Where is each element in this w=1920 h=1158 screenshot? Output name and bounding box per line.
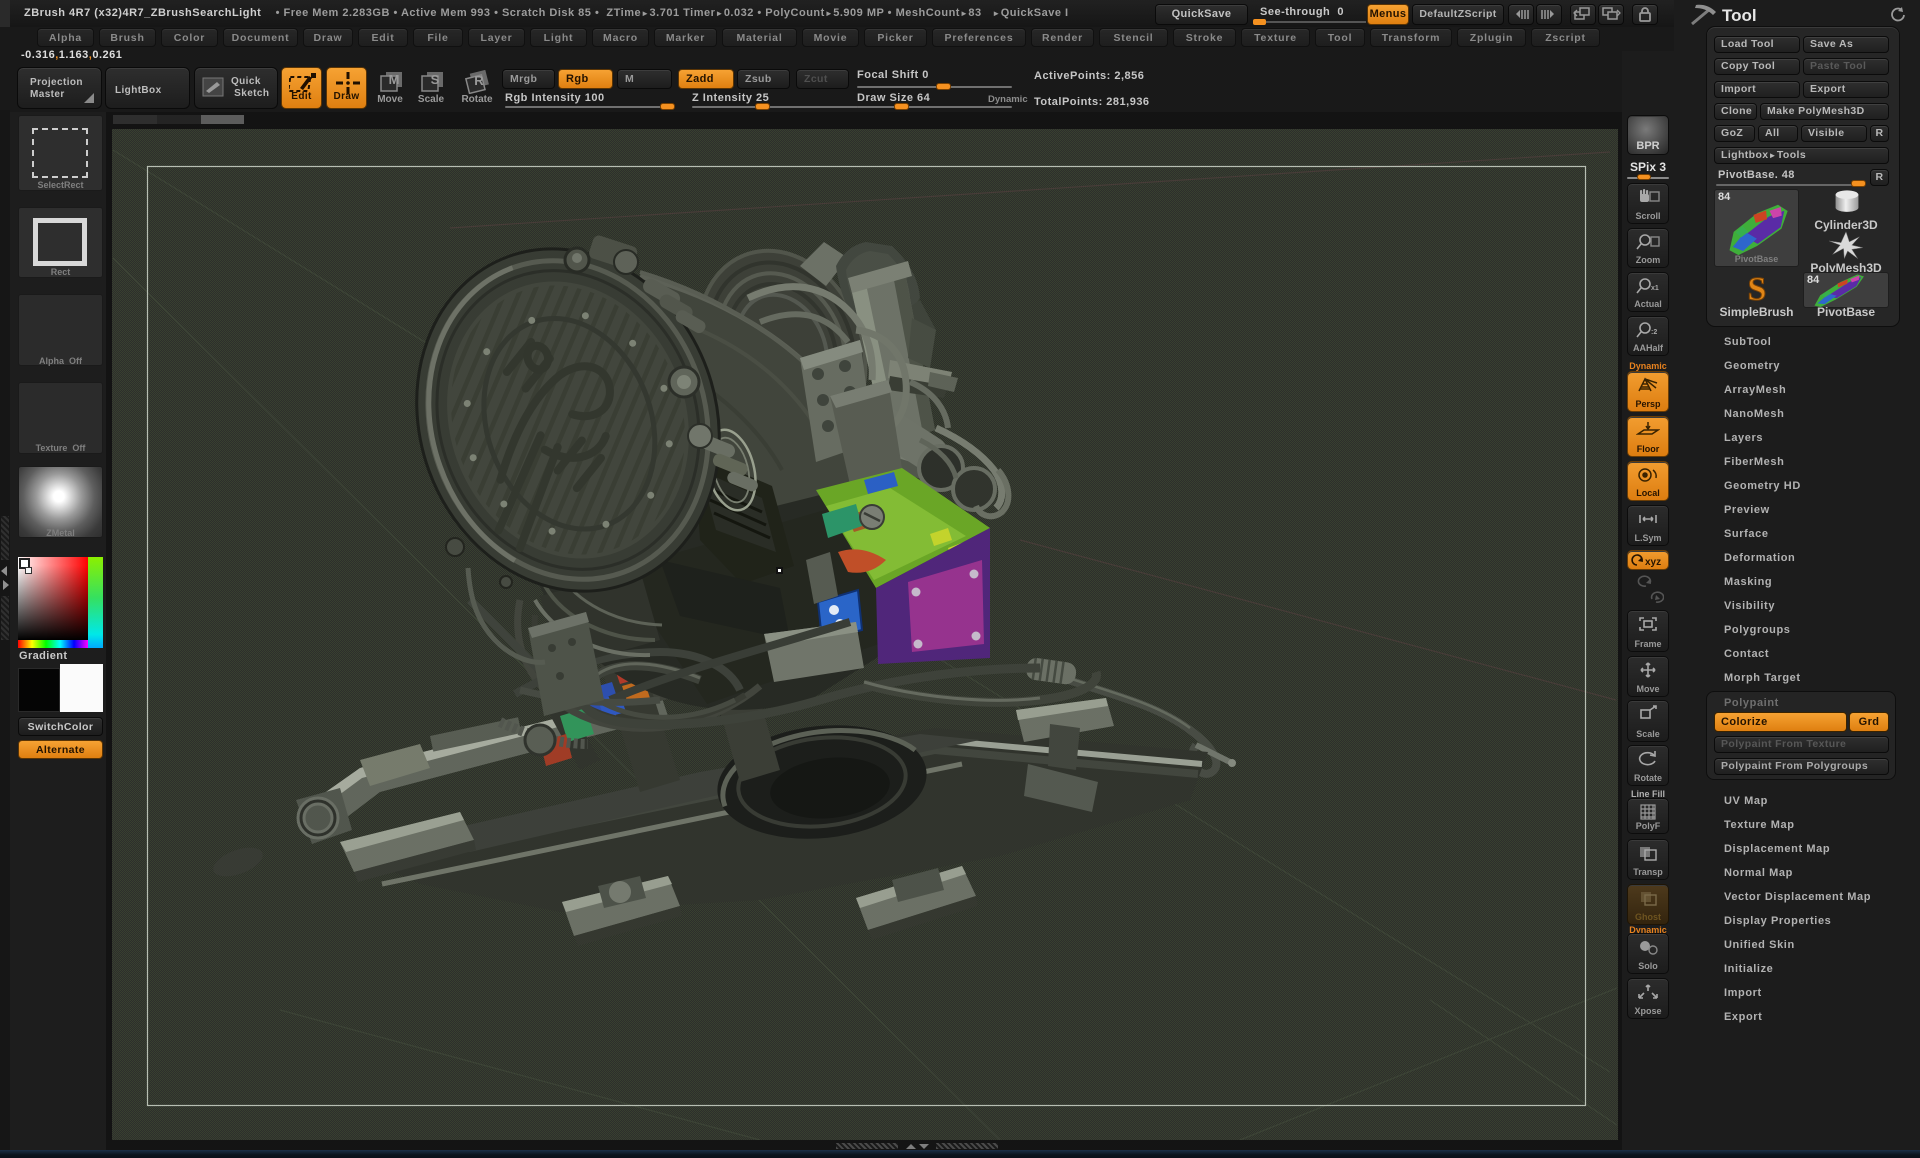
svg-text::2: :2 xyxy=(1651,329,1657,336)
svg-text:S: S xyxy=(431,72,440,87)
svg-text:x1: x1 xyxy=(1651,285,1659,292)
svg-text:xyz: xyz xyxy=(1645,557,1661,568)
svg-text:M: M xyxy=(389,72,400,87)
svg-text:S: S xyxy=(1748,272,1767,306)
svg-text:R: R xyxy=(474,73,484,88)
